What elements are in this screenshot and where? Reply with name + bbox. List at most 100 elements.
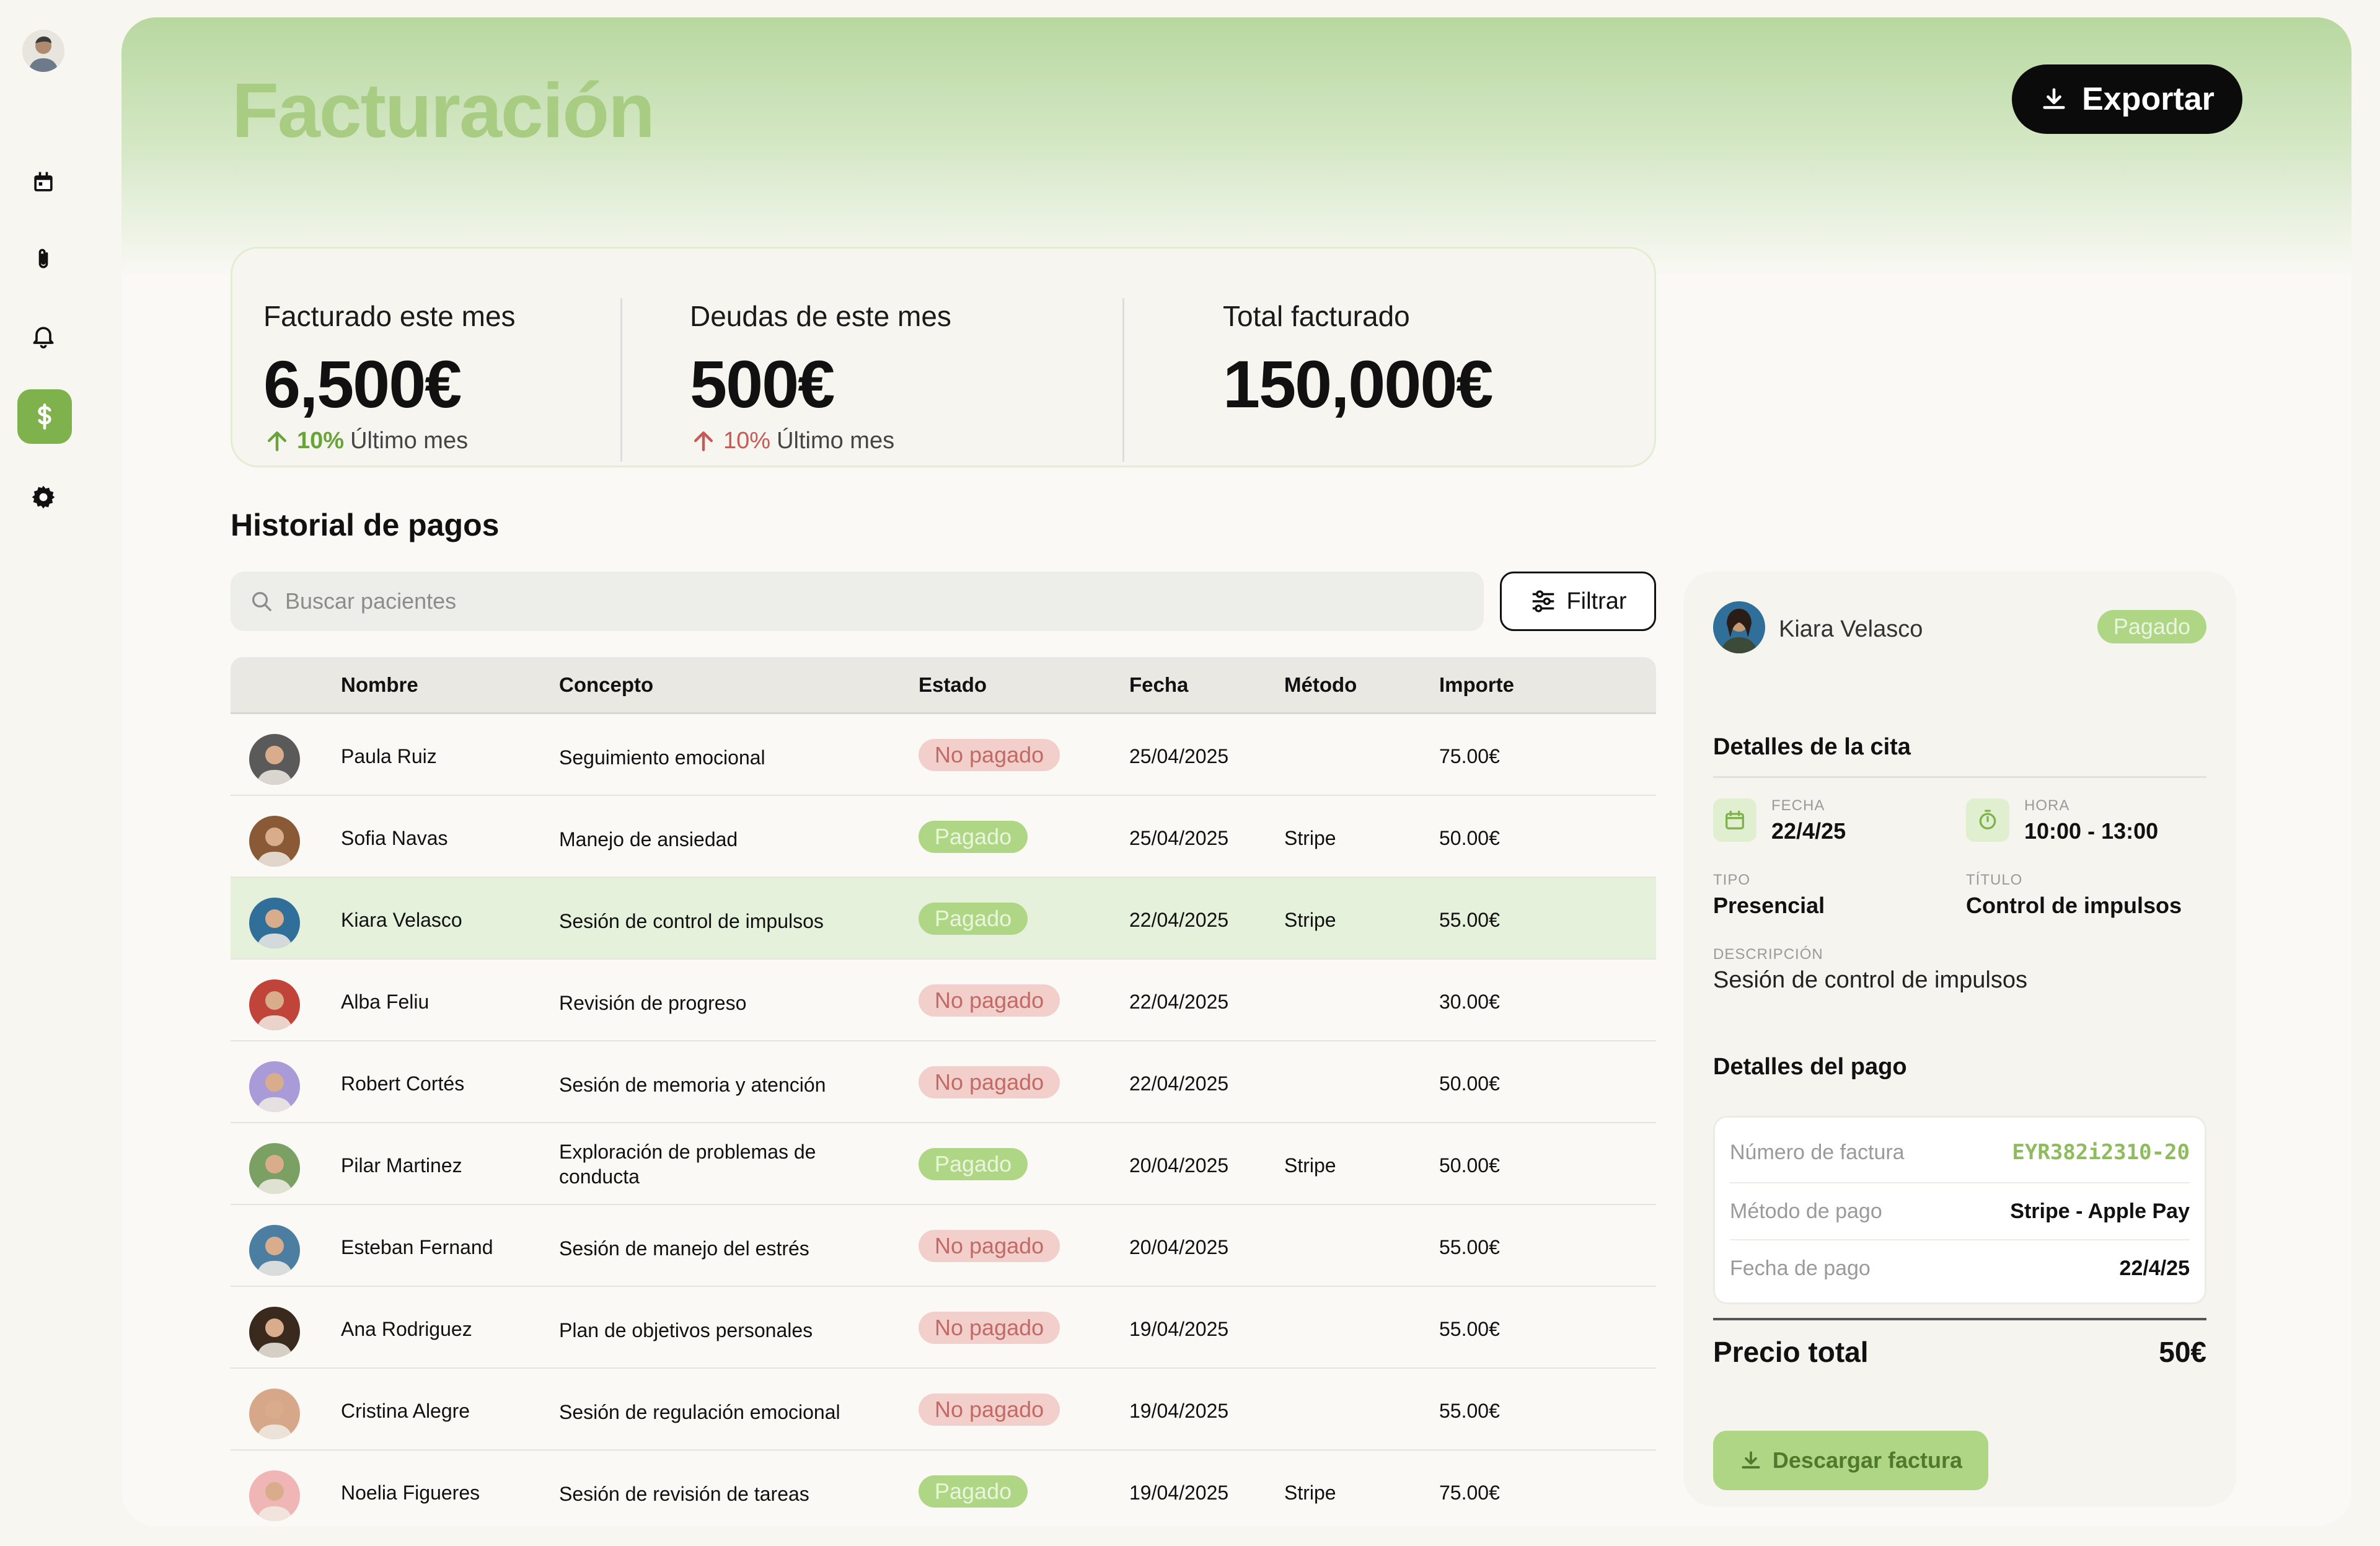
fecha-caption: FECHA [1771, 797, 1825, 814]
calendar-icon[interactable] [26, 165, 61, 200]
status-badge: Pagado [919, 1148, 1028, 1180]
patient-name: Esteban Fernand [341, 1236, 493, 1258]
table-row[interactable]: Noelia Figueres Sesión de revisión de tar… [231, 1451, 1656, 1526]
tipo-value: Presencial [1713, 893, 1825, 918]
col-fecha[interactable]: Fecha [1129, 673, 1188, 697]
sliders-icon [1533, 590, 1554, 612]
amount: 50.00€ [1439, 1072, 1500, 1095]
payment-details-box: Número de factura EYR382i2310-20 Método … [1713, 1116, 2206, 1304]
timer-icon [1966, 798, 2009, 842]
col-concepto[interactable]: Concepto [559, 673, 653, 697]
download-icon [2043, 88, 2065, 109]
filter-label: Filtrar [1566, 588, 1627, 614]
arrow-up-icon [267, 431, 287, 451]
stat-delta-pct: 10% [297, 427, 345, 454]
bell-icon[interactable] [26, 319, 61, 353]
date: 19/04/2025 [1129, 1400, 1229, 1422]
patient-name: Noelia Figueres [341, 1482, 480, 1504]
dollar-icon[interactable] [17, 389, 72, 444]
invoice-number-label: Número de factura [1730, 1140, 1905, 1164]
patient-avatar [249, 816, 300, 867]
user-avatar[interactable] [22, 30, 64, 72]
date: 20/04/2025 [1129, 1236, 1229, 1258]
patient-name: Pilar Martinez [341, 1154, 462, 1177]
calendar-icon [1713, 798, 1756, 842]
table-row[interactable]: Kiara Velasco Sesión de control de impuls… [231, 878, 1656, 960]
patient-name: Ana Rodriguez [341, 1318, 472, 1340]
concept: Sesión de regulación emocional [559, 1401, 840, 1423]
hora-caption: HORA [2024, 797, 2070, 814]
filter-button[interactable]: Filtrar [1500, 572, 1656, 631]
amount: 55.00€ [1439, 1318, 1500, 1340]
export-button[interactable]: Exportar [2012, 64, 2242, 134]
descripcion-value: Sesión de control de impulsos [1713, 967, 2027, 993]
hora-value: 10:00 - 13:00 [2024, 818, 2159, 844]
stat-value: 150,000€ [1223, 347, 1493, 422]
payment-method: Stripe [1284, 827, 1336, 849]
table-row[interactable]: Paula Ruiz Seguimiento emocional No pagado… [231, 714, 1656, 796]
date: 22/04/2025 [1129, 1072, 1229, 1095]
divider [620, 298, 622, 462]
invoice-number-value[interactable]: EYR382i2310-20 [2012, 1140, 2190, 1165]
main-panel: Facturación Exportar Facturado este mes … [121, 17, 2351, 1526]
table-row[interactable]: Esteban Fernand Sesión de manejo del estr… [231, 1205, 1656, 1287]
payment-date-row: Fecha de pago 22/4/25 [1730, 1239, 2190, 1296]
detail-avatar [1713, 601, 1765, 653]
download-invoice-button[interactable]: Descargar factura [1713, 1431, 1988, 1490]
patient-name: Alba Feliu [341, 991, 430, 1013]
stat-delta-label: Último mes [777, 427, 895, 454]
table-row[interactable]: Ana Rodriguez Plan de objetivos personale… [231, 1287, 1656, 1369]
search-icon [252, 592, 271, 611]
invoice-number-row: Número de factura EYR382i2310-20 [1730, 1124, 2190, 1181]
download-icon [1742, 1451, 1760, 1469]
divider [1713, 776, 2206, 778]
patient-avatar [249, 1225, 300, 1276]
table-row[interactable]: Cristina Alegre Sesión de regulación emoc… [231, 1369, 1656, 1451]
paperclip-icon[interactable] [26, 242, 61, 276]
col-metodo[interactable]: Método [1284, 673, 1357, 697]
history-title: Historial de pagos [231, 508, 500, 542]
divider [1122, 298, 1124, 462]
patient-avatar [249, 1307, 300, 1358]
payment-method-label: Método de pago [1730, 1199, 1882, 1223]
date: 22/04/2025 [1129, 909, 1229, 931]
col-nombre[interactable]: Nombre [341, 673, 418, 697]
date: 20/04/2025 [1129, 1154, 1229, 1177]
amount: 30.00€ [1439, 991, 1500, 1013]
patient-name: Sofia Navas [341, 827, 448, 849]
concept: Seguimiento emocional [559, 746, 765, 769]
stat-delta-pct: 10% [723, 427, 771, 454]
stat-value: 500€ [690, 347, 835, 422]
page-title: Facturación [232, 68, 655, 154]
sidebar [0, 0, 93, 1546]
patient-name: Kiara Velasco [341, 909, 462, 931]
stat-label: Deudas de este mes [690, 300, 951, 332]
table-row[interactable]: Sofia Navas Manejo de ansiedad Pagado 25/04… [231, 796, 1656, 878]
search-placeholder: Buscar pacientes [285, 588, 457, 614]
table-row[interactable]: Robert Cortés Sesión de memoria y atenció… [231, 1041, 1656, 1123]
table-row[interactable]: Alba Feliu Revisión de progreso No pagado 2… [231, 960, 1656, 1041]
amount: 75.00€ [1439, 745, 1500, 767]
col-estado[interactable]: Estado [919, 673, 987, 697]
col-importe[interactable]: Importe [1439, 673, 1514, 697]
arrow-up-icon [694, 431, 713, 451]
concept: Sesión de revisión de tareas [559, 1483, 809, 1505]
payment-details-title: Detalles del pago [1713, 1054, 1907, 1080]
payment-method: Stripe [1284, 1482, 1336, 1504]
appointment-details-title: Detalles de la cita [1713, 734, 1911, 760]
patient-name: Cristina Alegre [341, 1400, 470, 1422]
download-invoice-label: Descargar factura [1772, 1447, 1963, 1473]
payment-date-label: Fecha de pago [1730, 1256, 1871, 1280]
tipo-caption: TIPO [1713, 872, 1751, 888]
status-badge: Pagado [919, 903, 1028, 935]
total-price-label: Precio total [1713, 1336, 1869, 1368]
date: 25/04/2025 [1129, 827, 1229, 849]
status-badge: No pagado [919, 739, 1060, 771]
table-row[interactable]: Pilar Martinez Exploración de problemas d… [231, 1123, 1656, 1205]
stat-label: Total facturado [1223, 300, 1410, 332]
payment-date-value: 22/4/25 [2119, 1256, 2190, 1280]
fecha-value: 22/4/25 [1771, 818, 1846, 844]
search-input[interactable]: Buscar pacientes [231, 572, 1484, 631]
gear-icon[interactable] [26, 480, 61, 515]
total-price-value: 50€ [2159, 1336, 2206, 1368]
